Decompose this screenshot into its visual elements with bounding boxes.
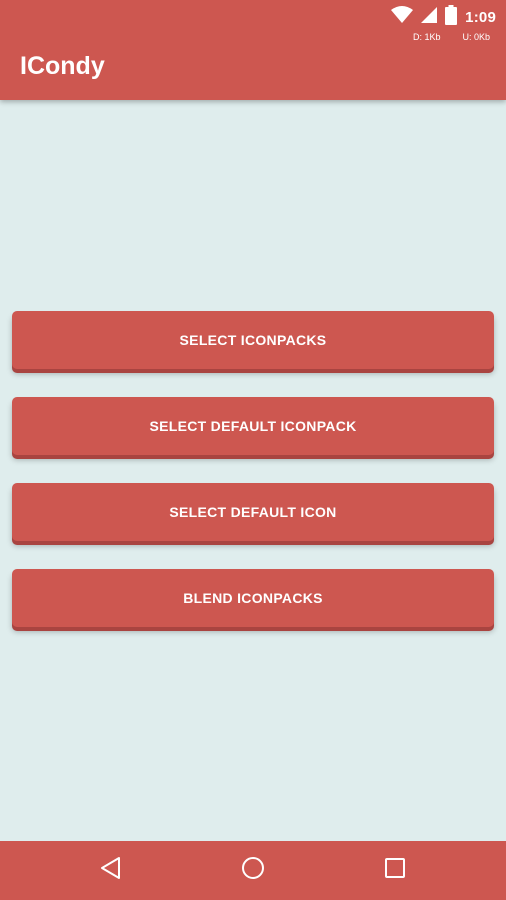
home-button[interactable] xyxy=(213,841,293,900)
app-title: ICondy xyxy=(20,52,105,80)
status-time: 1:09 xyxy=(465,8,496,26)
app-bar: 1:09 D: 1Kb U: 0Kb ICondy xyxy=(0,0,506,100)
recents-button[interactable] xyxy=(355,841,435,900)
home-icon xyxy=(241,856,265,885)
cell-signal-icon xyxy=(421,6,438,28)
select-default-icon-button[interactable]: SELECT DEFAULT ICON xyxy=(12,483,494,541)
main-content: SELECT ICONPACKS SELECT DEFAULT ICONPACK… xyxy=(0,100,506,841)
select-default-iconpack-button[interactable]: SELECT DEFAULT ICONPACK xyxy=(12,397,494,455)
recents-icon xyxy=(384,857,406,884)
network-speed: D: 1Kb U: 0Kb xyxy=(413,32,490,42)
select-iconpacks-button[interactable]: SELECT ICONPACKS xyxy=(12,311,494,369)
blend-iconpacks-button[interactable]: BLEND ICONPACKS xyxy=(12,569,494,627)
back-button[interactable] xyxy=(71,841,151,900)
download-speed: D: 1Kb xyxy=(412,32,441,42)
upload-speed: U: 0Kb xyxy=(462,32,490,42)
battery-icon xyxy=(445,4,458,30)
navigation-bar xyxy=(0,841,506,900)
wifi-icon xyxy=(391,5,414,29)
back-icon xyxy=(99,856,123,885)
status-bar: 1:09 xyxy=(391,4,496,30)
